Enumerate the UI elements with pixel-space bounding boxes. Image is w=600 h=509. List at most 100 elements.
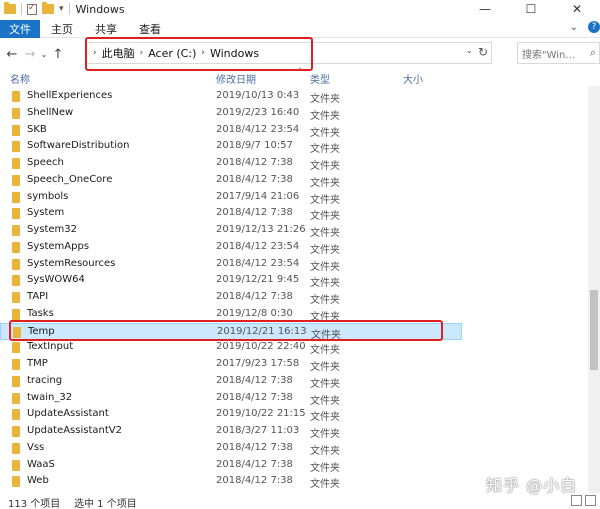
column-header-size[interactable]: 大小	[403, 71, 423, 86]
file-name: Web	[27, 475, 49, 487]
file-name: twain_32	[27, 391, 73, 403]
minimize-button[interactable]: —	[462, 0, 508, 18]
folder-icon[interactable]	[4, 2, 16, 14]
file-row[interactable]: Temp 2019/12/21 16:13 文件夹	[0, 322, 462, 341]
file-row[interactable]: TAPI 2018/4/12 7:38 文件夹	[0, 289, 462, 306]
file-row[interactable]: ShellExperiences 2019/10/13 0:43 文件夹	[0, 88, 462, 105]
folder-icon	[13, 326, 21, 338]
tab-view[interactable]: 查看	[128, 20, 172, 38]
back-button[interactable]: ←	[3, 47, 21, 62]
file-date: 2018/4/12 7:38	[216, 391, 293, 403]
properties-icon[interactable]	[27, 3, 37, 15]
file-type: 文件夹	[310, 311, 340, 323]
file-date: 2018/4/12 23:54	[216, 240, 300, 252]
refresh-icon[interactable]: ↻	[478, 45, 488, 59]
file-type: 文件夹	[310, 295, 340, 306]
file-row[interactable]: SystemApps 2018/4/12 23:54 文件夹	[0, 239, 462, 256]
folder-icon	[12, 426, 20, 437]
file-date: 2018/4/12 23:54	[216, 257, 300, 269]
file-row[interactable]: symbols 2017/9/14 21:06 文件夹	[0, 189, 462, 206]
file-row[interactable]: TextInput 2019/10/22 22:40 文件夹	[0, 339, 462, 356]
file-row[interactable]: SysWOW64 2019/12/21 9:45 文件夹	[0, 272, 462, 289]
file-row[interactable]: UpdateAssistantV2 2018/3/27 11:03 文件夹	[0, 423, 462, 440]
file-row[interactable]: Tasks 2019/12/8 0:30 文件夹	[0, 306, 462, 323]
file-row[interactable]: Vss 2018/4/12 7:38 文件夹	[0, 440, 462, 457]
folder-icon	[12, 141, 20, 153]
search-input[interactable]: 搜索"Win... ⌕	[517, 42, 600, 64]
file-type: 文件夹	[310, 362, 340, 373]
breadcrumb-drive[interactable]: Acer (C:)	[148, 47, 196, 60]
sort-arrow-icon: ^	[297, 67, 303, 75]
file-row[interactable]: System 2018/4/12 7:38 文件夹	[0, 205, 462, 222]
folder-icon	[12, 158, 20, 169]
help-icon[interactable]: ?	[588, 21, 600, 33]
file-date: 2019/12/21 16:13	[217, 325, 307, 337]
address-bar[interactable]: › 此电脑 › Acer (C:) › Windows ⌄ ↻	[86, 42, 492, 64]
watermark: 知乎 @小白	[486, 476, 578, 495]
column-header-modified[interactable]: 修改日期	[216, 71, 256, 86]
folder-icon	[12, 409, 20, 421]
close-button[interactable]: ✕	[554, 0, 600, 18]
new-folder-icon[interactable]	[42, 2, 54, 14]
file-row[interactable]: tracing 2018/4/12 7:38 文件夹	[0, 373, 462, 390]
file-row[interactable]: ShellNew 2019/2/23 16:40 文件夹	[0, 105, 462, 122]
file-name: System32	[27, 224, 78, 235]
folder-icon	[12, 275, 20, 287]
file-date: 2017/9/14 21:06	[216, 190, 300, 202]
details-view-icon[interactable]	[571, 495, 582, 506]
column-header-name[interactable]: 名称	[10, 71, 30, 86]
large-icons-view-icon[interactable]	[585, 495, 596, 506]
file-row[interactable]: Speech 2018/4/12 7:38 文件夹	[0, 155, 462, 172]
forward-button[interactable]: →	[21, 47, 39, 62]
expand-ribbon-icon[interactable]: ⌄	[570, 22, 578, 33]
file-row[interactable]: UpdateAssistant 2019/10/22 21:15 文件夹	[0, 406, 462, 423]
folder-icon	[12, 359, 20, 370]
breadcrumb-windows[interactable]: Windows	[210, 47, 259, 60]
file-row[interactable]: SKB 2018/4/12 23:54 文件夹	[0, 122, 462, 139]
file-name: SystemResources	[27, 257, 116, 269]
file-name: WaaS	[27, 458, 55, 470]
file-date: 2018/4/12 23:54	[216, 123, 300, 135]
file-row[interactable]: System32 2019/12/13 21:26 文件夹	[0, 222, 462, 239]
breadcrumb-separator-icon[interactable]: ›	[140, 48, 144, 58]
tab-share[interactable]: 共享	[84, 20, 128, 38]
file-type: 文件夹	[310, 479, 340, 491]
file-row[interactable]: SystemResources 2018/4/12 23:54 文件夹	[0, 256, 462, 273]
breadcrumb-this-pc[interactable]: 此电脑	[102, 45, 135, 61]
file-name: SoftwareDistribution	[27, 140, 130, 152]
breadcrumb-separator-icon[interactable]: ›	[93, 48, 97, 58]
folder-icon	[12, 375, 20, 387]
tab-home[interactable]: 主页	[40, 20, 84, 38]
file-row[interactable]: Web 2018/4/12 7:38 文件夹	[0, 473, 462, 490]
customize-toolbar-icon[interactable]: ▾	[59, 4, 64, 14]
file-name: Speech_OneCore	[27, 173, 113, 185]
maximize-button[interactable]: ☐	[508, 0, 554, 18]
file-date: 2018/4/12 7:38	[216, 374, 293, 386]
folder-icon	[12, 191, 20, 203]
column-header-type[interactable]: 类型	[310, 71, 330, 86]
breadcrumb-separator-icon[interactable]: ›	[201, 48, 205, 58]
file-row[interactable]: SoftwareDistribution 2018/9/7 10:57 文件夹	[0, 138, 462, 155]
file-row[interactable]: WaaS 2018/4/12 7:38 文件夹	[0, 457, 462, 474]
address-dropdown-icon[interactable]: ⌄	[465, 46, 473, 56]
folder-icon	[12, 91, 20, 102]
file-name: SKB	[27, 123, 47, 135]
tab-file[interactable]: 文件	[0, 19, 40, 38]
scrollbar-thumb[interactable]	[590, 290, 598, 370]
file-date: 2019/10/22 21:15	[216, 408, 306, 420]
file-type: 文件夹	[310, 395, 340, 407]
file-type: 文件夹	[310, 345, 340, 357]
file-name: Temp	[28, 325, 55, 337]
file-row[interactable]: Speech_OneCore 2018/4/12 7:38 文件夹	[0, 172, 462, 189]
file-row[interactable]: twain_32 2018/4/12 7:38 文件夹	[0, 390, 462, 407]
up-button[interactable]: ↑	[49, 47, 67, 62]
file-type: 文件夹	[310, 211, 340, 223]
file-name: Vss	[27, 441, 45, 453]
recent-locations-button[interactable]: ⌄	[39, 50, 49, 59]
file-name: SysWOW64	[27, 274, 85, 286]
file-date: 2018/4/12 7:38	[216, 475, 293, 487]
folder-icon	[12, 124, 20, 136]
file-row[interactable]: TMP 2017/9/23 17:58 文件夹	[0, 356, 462, 373]
search-icon[interactable]: ⌕	[590, 46, 596, 60]
column-headers: ^ 名称 修改日期 类型 大小	[0, 67, 600, 86]
